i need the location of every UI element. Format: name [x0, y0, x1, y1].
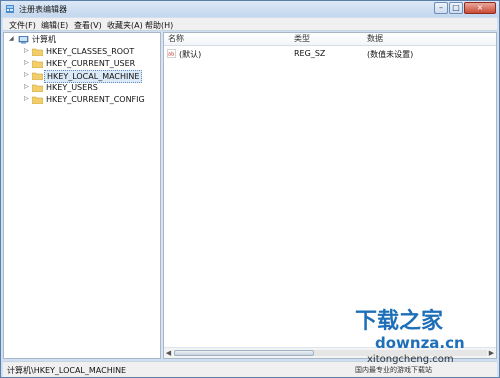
- regedit-window: 注册表编辑器 – □ × 文件(F) 编辑(E) 查看(V) 收藏夹(A) 帮助…: [0, 0, 500, 378]
- watermark-brand: 下载之家: [355, 308, 444, 334]
- value-data: (数值未设置): [367, 50, 414, 59]
- value-icon-label: ab: [168, 52, 174, 58]
- expand-icon[interactable]: ▷: [24, 48, 30, 54]
- menu-edit[interactable]: 编辑(E): [41, 20, 68, 31]
- folder-icon: [32, 72, 43, 80]
- window-title: 注册表编辑器: [19, 5, 67, 14]
- watermark-overlay-site: xitongcheng.com: [367, 354, 454, 365]
- list-header: 名称 类型 数据: [164, 33, 496, 46]
- tree-item-label: HKEY_CURRENT_CONFIG: [46, 95, 145, 104]
- status-path: 计算机\HKEY_LOCAL_MACHINE: [7, 366, 127, 375]
- title-bar[interactable]: 注册表编辑器 – □ ×: [1, 1, 499, 17]
- minimize-button[interactable]: –: [434, 2, 448, 14]
- tree-root-computer[interactable]: ◢ 计算机: [4, 34, 154, 45]
- column-name[interactable]: 名称: [168, 33, 184, 45]
- value-type: REG_SZ: [294, 49, 326, 58]
- expand-icon[interactable]: ▷: [24, 84, 30, 90]
- folder-icon: [32, 84, 43, 92]
- tree-item-hkey-local-machine[interactable]: ▷ HKEY_LOCAL_MACHINE: [4, 70, 159, 83]
- folder-icon: [32, 60, 43, 68]
- tree-item-label: HKEY_CLASSES_ROOT: [46, 47, 135, 56]
- registry-editor-icon: [6, 5, 14, 13]
- menu-view[interactable]: 查看(V): [74, 20, 102, 31]
- expand-icon[interactable]: ▷: [24, 72, 30, 78]
- close-button[interactable]: ×: [464, 2, 496, 14]
- tree-item-hkey-current-config[interactable]: ▷ HKEY_CURRENT_CONFIG: [4, 94, 159, 105]
- menu-file[interactable]: 文件(F): [9, 20, 36, 31]
- tree-item-hkey-users[interactable]: ▷ HKEY_USERS: [4, 82, 159, 93]
- folder-icon: [32, 96, 43, 104]
- watermark-overlay-text: 国内最专业的游戏下载站: [355, 365, 432, 374]
- expand-icon[interactable]: ▷: [24, 96, 30, 102]
- column-type[interactable]: 类型: [294, 33, 310, 45]
- column-data[interactable]: 数据: [367, 33, 383, 45]
- menu-help[interactable]: 帮助(H): [145, 20, 173, 31]
- maximize-button[interactable]: □: [449, 2, 463, 14]
- folder-icon: [32, 48, 43, 56]
- computer-icon: [18, 36, 29, 44]
- menu-favorites[interactable]: 收藏夹(A): [107, 20, 143, 31]
- expand-icon[interactable]: ▷: [24, 60, 30, 66]
- scroll-thumb[interactable]: [174, 350, 314, 356]
- value-name: (默认): [179, 50, 202, 59]
- scroll-left-icon[interactable]: ◀: [164, 349, 173, 357]
- watermark-site: downza.cn: [375, 334, 465, 352]
- tree-pane[interactable]: ◢ 计算机 ▷ HKEY_CLASSES_ROOT ▷ HKEY_CURRENT…: [3, 32, 161, 359]
- tree-item-label: HKEY_CURRENT_USER: [46, 59, 136, 68]
- tree-item-hkey-classes-root[interactable]: ▷ HKEY_CLASSES_ROOT: [4, 46, 159, 57]
- string-value-icon: ab: [167, 49, 176, 58]
- tree-root-label: 计算机: [32, 35, 56, 44]
- tree-item-hkey-current-user[interactable]: ▷ HKEY_CURRENT_USER: [4, 58, 159, 69]
- tree-item-label: HKEY_USERS: [46, 83, 98, 92]
- list-item[interactable]: ab (默认) REG_SZ (数值未设置): [164, 48, 496, 60]
- watermark-logo: 下载之家 downza.cn xitongcheng.com 国内最专业的游戏下…: [355, 308, 465, 374]
- menu-bar: 文件(F) 编辑(E) 查看(V) 收藏夹(A) 帮助(H): [3, 18, 497, 31]
- collapse-icon[interactable]: ◢: [9, 36, 15, 42]
